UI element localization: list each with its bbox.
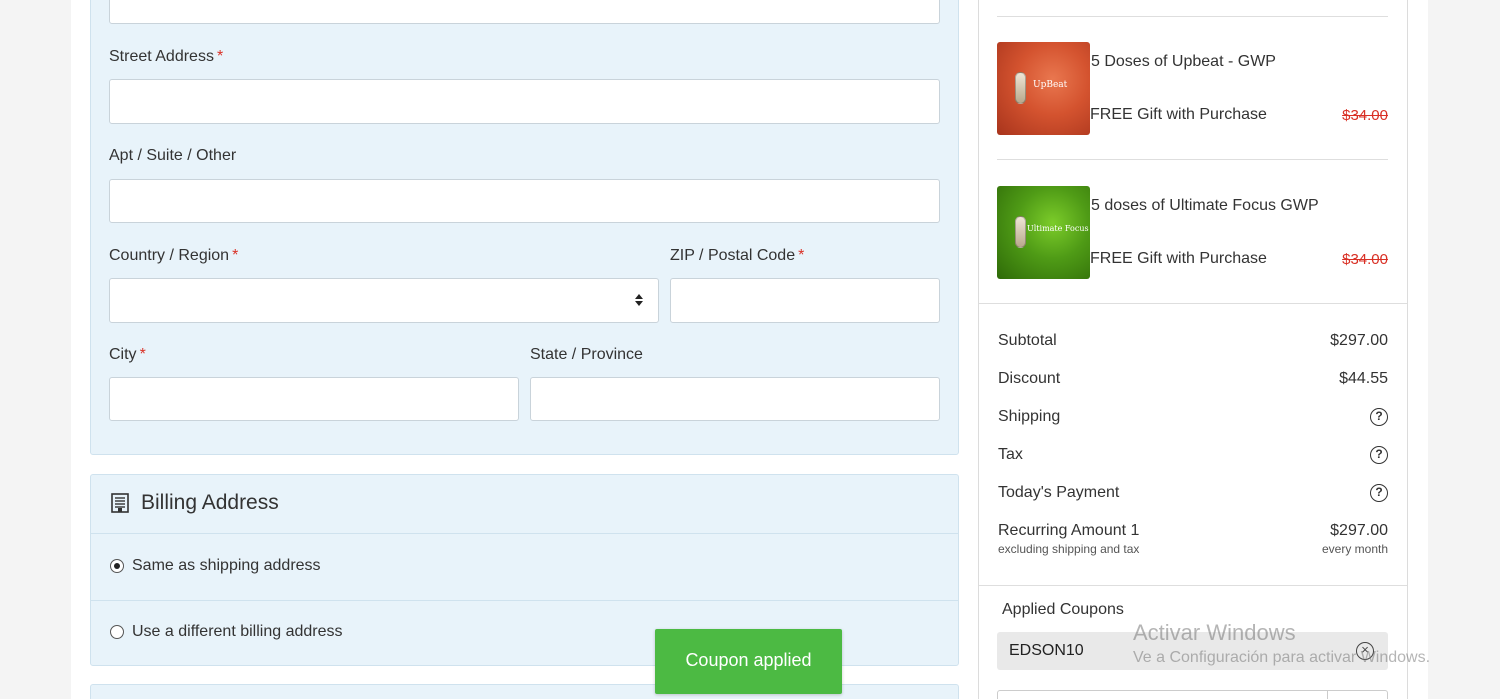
billing-header: Billing Address	[91, 475, 958, 534]
product-name: 5 Doses of Upbeat - GWP	[1091, 53, 1276, 70]
coupons-divider	[979, 585, 1407, 586]
coupon-code: EDSON10	[1009, 642, 1084, 659]
zip-postal-input[interactable]	[670, 278, 940, 323]
todays-payment-info-icon[interactable]: ?	[1370, 484, 1388, 502]
coupon-code-input[interactable]	[997, 690, 1388, 699]
same-as-shipping-label[interactable]: Same as shipping address	[132, 557, 321, 575]
apt-suite-label: Apt / Suite / Other	[109, 147, 237, 164]
discount-value: $44.55	[1339, 370, 1388, 387]
coupon-applied-toast: Coupon applied	[655, 629, 842, 694]
discount-label: Discount	[998, 370, 1061, 387]
required-mark: *	[798, 247, 805, 264]
coupon-input-divider	[1327, 690, 1328, 699]
shipping-info-icon[interactable]: ?	[1370, 408, 1388, 426]
zip-postal-label: ZIP / Postal Code *	[670, 247, 805, 264]
city-label: City *	[109, 346, 146, 363]
subtotal-label: Subtotal	[998, 332, 1057, 349]
apt-suite-input[interactable]	[109, 179, 940, 223]
street-address-input[interactable]	[109, 79, 940, 124]
building-icon	[111, 493, 129, 513]
different-billing-label[interactable]: Use a different billing address	[132, 623, 343, 641]
capsule-icon	[1015, 216, 1026, 248]
recurring-note: excluding shipping and tax	[998, 542, 1140, 556]
city-input[interactable]	[109, 377, 519, 421]
recurring-period: every month	[1321, 542, 1388, 556]
same-as-shipping-radio[interactable]	[110, 559, 124, 573]
applied-coupons-title: Applied Coupons	[1002, 601, 1124, 618]
todays-payment-label: Today's Payment	[998, 484, 1120, 501]
billing-title: Billing Address	[141, 491, 279, 514]
product-price: $34.00	[1342, 107, 1388, 124]
recurring-amount-value: $297.00	[1330, 522, 1388, 539]
previous-field-input[interactable]	[109, 0, 940, 24]
recurring-amount-label: Recurring Amount 1	[998, 522, 1140, 539]
windows-activation-watermark-subtitle: Ve a Configuración para activar Windows.	[1133, 649, 1431, 666]
required-mark: *	[216, 48, 224, 65]
different-billing-radio[interactable]	[110, 625, 124, 639]
summary-divider	[997, 16, 1388, 17]
required-mark: *	[232, 247, 239, 264]
thumb-brand-text: Ultimate Focus	[1027, 224, 1089, 233]
required-mark: *	[139, 346, 146, 363]
tax-label: Tax	[998, 446, 1023, 463]
product-name: 5 doses of Ultimate Focus GWP	[1091, 197, 1319, 214]
ultimate-focus-product-image: Ultimate Focus	[997, 186, 1090, 279]
subtotal-value: $297.00	[1330, 332, 1388, 349]
product-subtitle: FREE Gift with Purchase	[1090, 250, 1267, 267]
street-address-label: Street Address *	[109, 48, 224, 65]
upbeat-product-image: UpBeat	[997, 42, 1090, 135]
tax-info-icon[interactable]: ?	[1370, 446, 1388, 464]
windows-activation-watermark-title: Activar Windows	[1133, 620, 1296, 645]
capsule-icon	[1015, 72, 1026, 104]
product-price: $34.00	[1342, 251, 1388, 268]
country-region-select[interactable]	[109, 278, 659, 323]
shipping-label: Shipping	[998, 408, 1061, 425]
billing-divider	[91, 600, 958, 601]
totals-divider	[979, 303, 1407, 304]
thumb-brand-text: UpBeat	[1033, 80, 1068, 90]
state-province-label: State / Province	[530, 346, 643, 363]
product-subtitle: FREE Gift with Purchase	[1090, 106, 1267, 123]
state-province-input[interactable]	[530, 377, 940, 421]
country-region-label: Country / Region *	[109, 247, 239, 264]
select-arrows-icon	[634, 294, 644, 308]
item-divider	[997, 159, 1388, 160]
